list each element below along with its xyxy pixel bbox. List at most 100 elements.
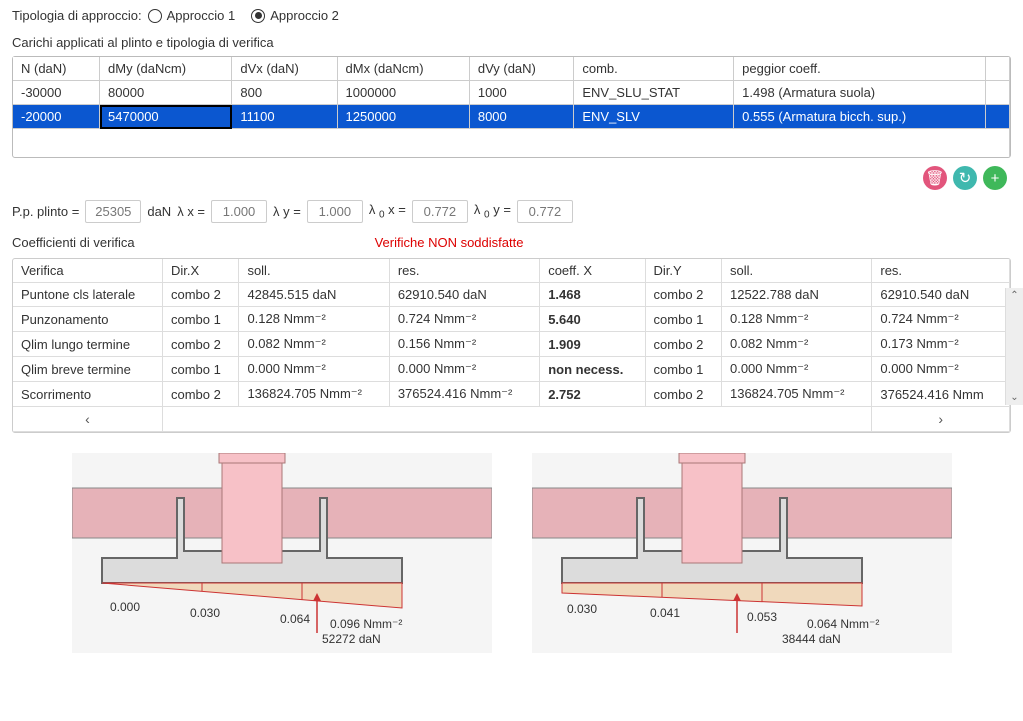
cell[interactable]: 1.498 (Armatura suola) <box>734 81 986 105</box>
cell[interactable]: 800 <box>232 81 337 105</box>
scroll-left-button[interactable]: ‹ <box>13 407 163 432</box>
cell: Puntone cls laterale <box>13 283 163 307</box>
cell[interactable] <box>986 105 1010 129</box>
coef-row[interactable]: Puntone cls laterale combo 2 42845.515 d… <box>13 283 1010 307</box>
vertical-scrollbar[interactable]: ⌃ ⌄ <box>1005 288 1023 405</box>
cell[interactable]: -20000 <box>13 105 100 129</box>
refresh-button[interactable]: ↻ <box>953 166 977 190</box>
col-header: coeff. X <box>540 259 645 283</box>
coef-title: Coefficienti di verifica <box>12 235 135 250</box>
radio-approach-1[interactable]: Approccio 1 <box>148 8 236 23</box>
cell: 0.000 Nmm⁻² <box>872 357 1010 382</box>
cell[interactable]: -30000 <box>13 81 100 105</box>
cell-active[interactable]: 5470000 <box>100 105 232 129</box>
loads-table[interactable]: N (daN) dMy (daNcm) dVx (daN) dMx (daNcm… <box>12 56 1011 158</box>
cell: combo 1 <box>646 357 722 382</box>
cell[interactable]: 1000 <box>470 81 575 105</box>
table-row-selected[interactable]: -20000 5470000 11100 1250000 8000 ENV_SL… <box>13 105 1010 129</box>
cell[interactable]: ENV_SLV <box>574 105 734 129</box>
delete-button[interactable]: 🗑 <box>923 166 947 190</box>
lx-input[interactable] <box>211 200 267 223</box>
cell[interactable]: ENV_SLU_STAT <box>574 81 734 105</box>
coef-row[interactable]: Qlim lungo termine combo 2 0.082 Nmm⁻² 0… <box>13 332 1010 357</box>
col-header: N (daN) <box>13 57 100 81</box>
cell: 12522.788 daN <box>722 283 872 307</box>
loads-header-row: N (daN) dMy (daNcm) dVx (daN) dMx (daNcm… <box>13 57 1010 81</box>
radio-approach-2[interactable]: Approccio 2 <box>251 8 339 23</box>
col-header: Dir.X <box>163 259 239 283</box>
loy-input[interactable] <box>517 200 573 223</box>
cell: 0.173 Nmm⁻² <box>872 332 1010 357</box>
cell[interactable]: 80000 <box>100 81 232 105</box>
pp-unit: daN <box>147 204 171 219</box>
diag-label: 0.030 <box>190 606 220 620</box>
cell: Qlim breve termine <box>13 357 163 382</box>
diag-label: 0.041 <box>650 606 680 620</box>
loads-section-title: Carichi applicati al plinto e tipologia … <box>12 35 1011 50</box>
scroll-track[interactable] <box>163 407 872 432</box>
add-button[interactable]: + <box>983 166 1007 190</box>
col-header: dMy (daNcm) <box>100 57 232 81</box>
pp-value-input[interactable] <box>85 200 141 223</box>
cell: 0.000 Nmm⁻² <box>390 357 540 382</box>
cell: 5.640 <box>540 307 645 332</box>
diag-label: 0.064 Nmm⁻² <box>807 617 879 631</box>
cell: 62910.540 daN <box>390 283 540 307</box>
lox-label: λ 0 x = <box>369 202 406 221</box>
cell: Qlim lungo termine <box>13 332 163 357</box>
cell[interactable] <box>986 81 1010 105</box>
col-header: comb. <box>574 57 734 81</box>
ly-input[interactable] <box>307 200 363 223</box>
coef-row[interactable]: Scorrimento combo 2 136824.705 Nmm⁻² 376… <box>13 382 1010 407</box>
cell[interactable]: 1000000 <box>338 81 470 105</box>
cell: combo 1 <box>646 307 722 332</box>
plus-icon: + <box>991 170 1000 187</box>
cell: 42845.515 daN <box>239 283 389 307</box>
scroll-right-button[interactable]: › <box>872 407 1010 432</box>
pressure-diagram-left: 0.000 0.030 0.064 0.096 Nmm⁻² 52272 daN <box>72 453 492 653</box>
cell: combo 2 <box>163 283 239 307</box>
cell[interactable]: 11100 <box>232 105 337 129</box>
cell: 376524.416 Nmm <box>872 382 1010 407</box>
pressure-diagram-right: 0.030 0.041 0.053 0.064 Nmm⁻² 38444 daN <box>532 453 952 653</box>
radio-icon <box>251 9 265 23</box>
verification-warning: Verifiche NON soddisfatte <box>375 235 524 250</box>
ly-label: λ y = <box>273 204 301 219</box>
cell: combo 2 <box>646 382 722 407</box>
coef-row[interactable]: Qlim breve termine combo 1 0.000 Nmm⁻² 0… <box>13 357 1010 382</box>
approach-selector: Tipologia di approccio: Approccio 1 Appr… <box>0 0 1023 31</box>
radio-label: Approccio 1 <box>167 8 236 23</box>
cell[interactable]: 0.555 (Armatura bicch. sup.) <box>734 105 986 129</box>
lx-label: λ x = <box>177 204 205 219</box>
cell: 2.752 <box>540 382 645 407</box>
coef-header: Coefficienti di verifica Verifiche NON s… <box>0 229 1023 258</box>
col-header: Dir.Y <box>646 259 722 283</box>
cell: 0.724 Nmm⁻² <box>390 307 540 332</box>
table-row[interactable]: -30000 80000 800 1000000 1000 ENV_SLU_ST… <box>13 81 1010 105</box>
cell: Scorrimento <box>13 382 163 407</box>
cell: 0.082 Nmm⁻² <box>239 332 389 357</box>
horizontal-scrollbar[interactable]: ‹ › <box>13 407 1010 432</box>
chevron-down-icon[interactable]: ⌄ <box>1006 392 1023 403</box>
cell: 1.909 <box>540 332 645 357</box>
cell: 1.468 <box>540 283 645 307</box>
coef-table[interactable]: Verifica Dir.X soll. res. coeff. X Dir.Y… <box>12 258 1011 433</box>
lox-input[interactable] <box>412 200 468 223</box>
table-empty-row <box>13 129 1010 157</box>
pp-label: P.p. plinto = <box>12 204 79 219</box>
cell: 0.156 Nmm⁻² <box>390 332 540 357</box>
diag-label: 0.096 Nmm⁻² <box>330 617 402 631</box>
col-header: Verifica <box>13 259 163 283</box>
cell: combo 2 <box>646 283 722 307</box>
cell[interactable]: 8000 <box>470 105 575 129</box>
col-header: soll. <box>722 259 872 283</box>
chevron-up-icon[interactable]: ⌃ <box>1006 290 1023 301</box>
loy-label: λ 0 y = <box>474 202 511 221</box>
cell[interactable]: 1250000 <box>338 105 470 129</box>
cell: combo 1 <box>163 357 239 382</box>
coef-row[interactable]: Punzonamento combo 1 0.128 Nmm⁻² 0.724 N… <box>13 307 1010 332</box>
params-row: P.p. plinto = daN λ x = λ y = λ 0 x = λ … <box>0 194 1023 229</box>
col-header: res. <box>390 259 540 283</box>
approach-label: Tipologia di approccio: <box>12 8 142 23</box>
col-header: soll. <box>239 259 389 283</box>
